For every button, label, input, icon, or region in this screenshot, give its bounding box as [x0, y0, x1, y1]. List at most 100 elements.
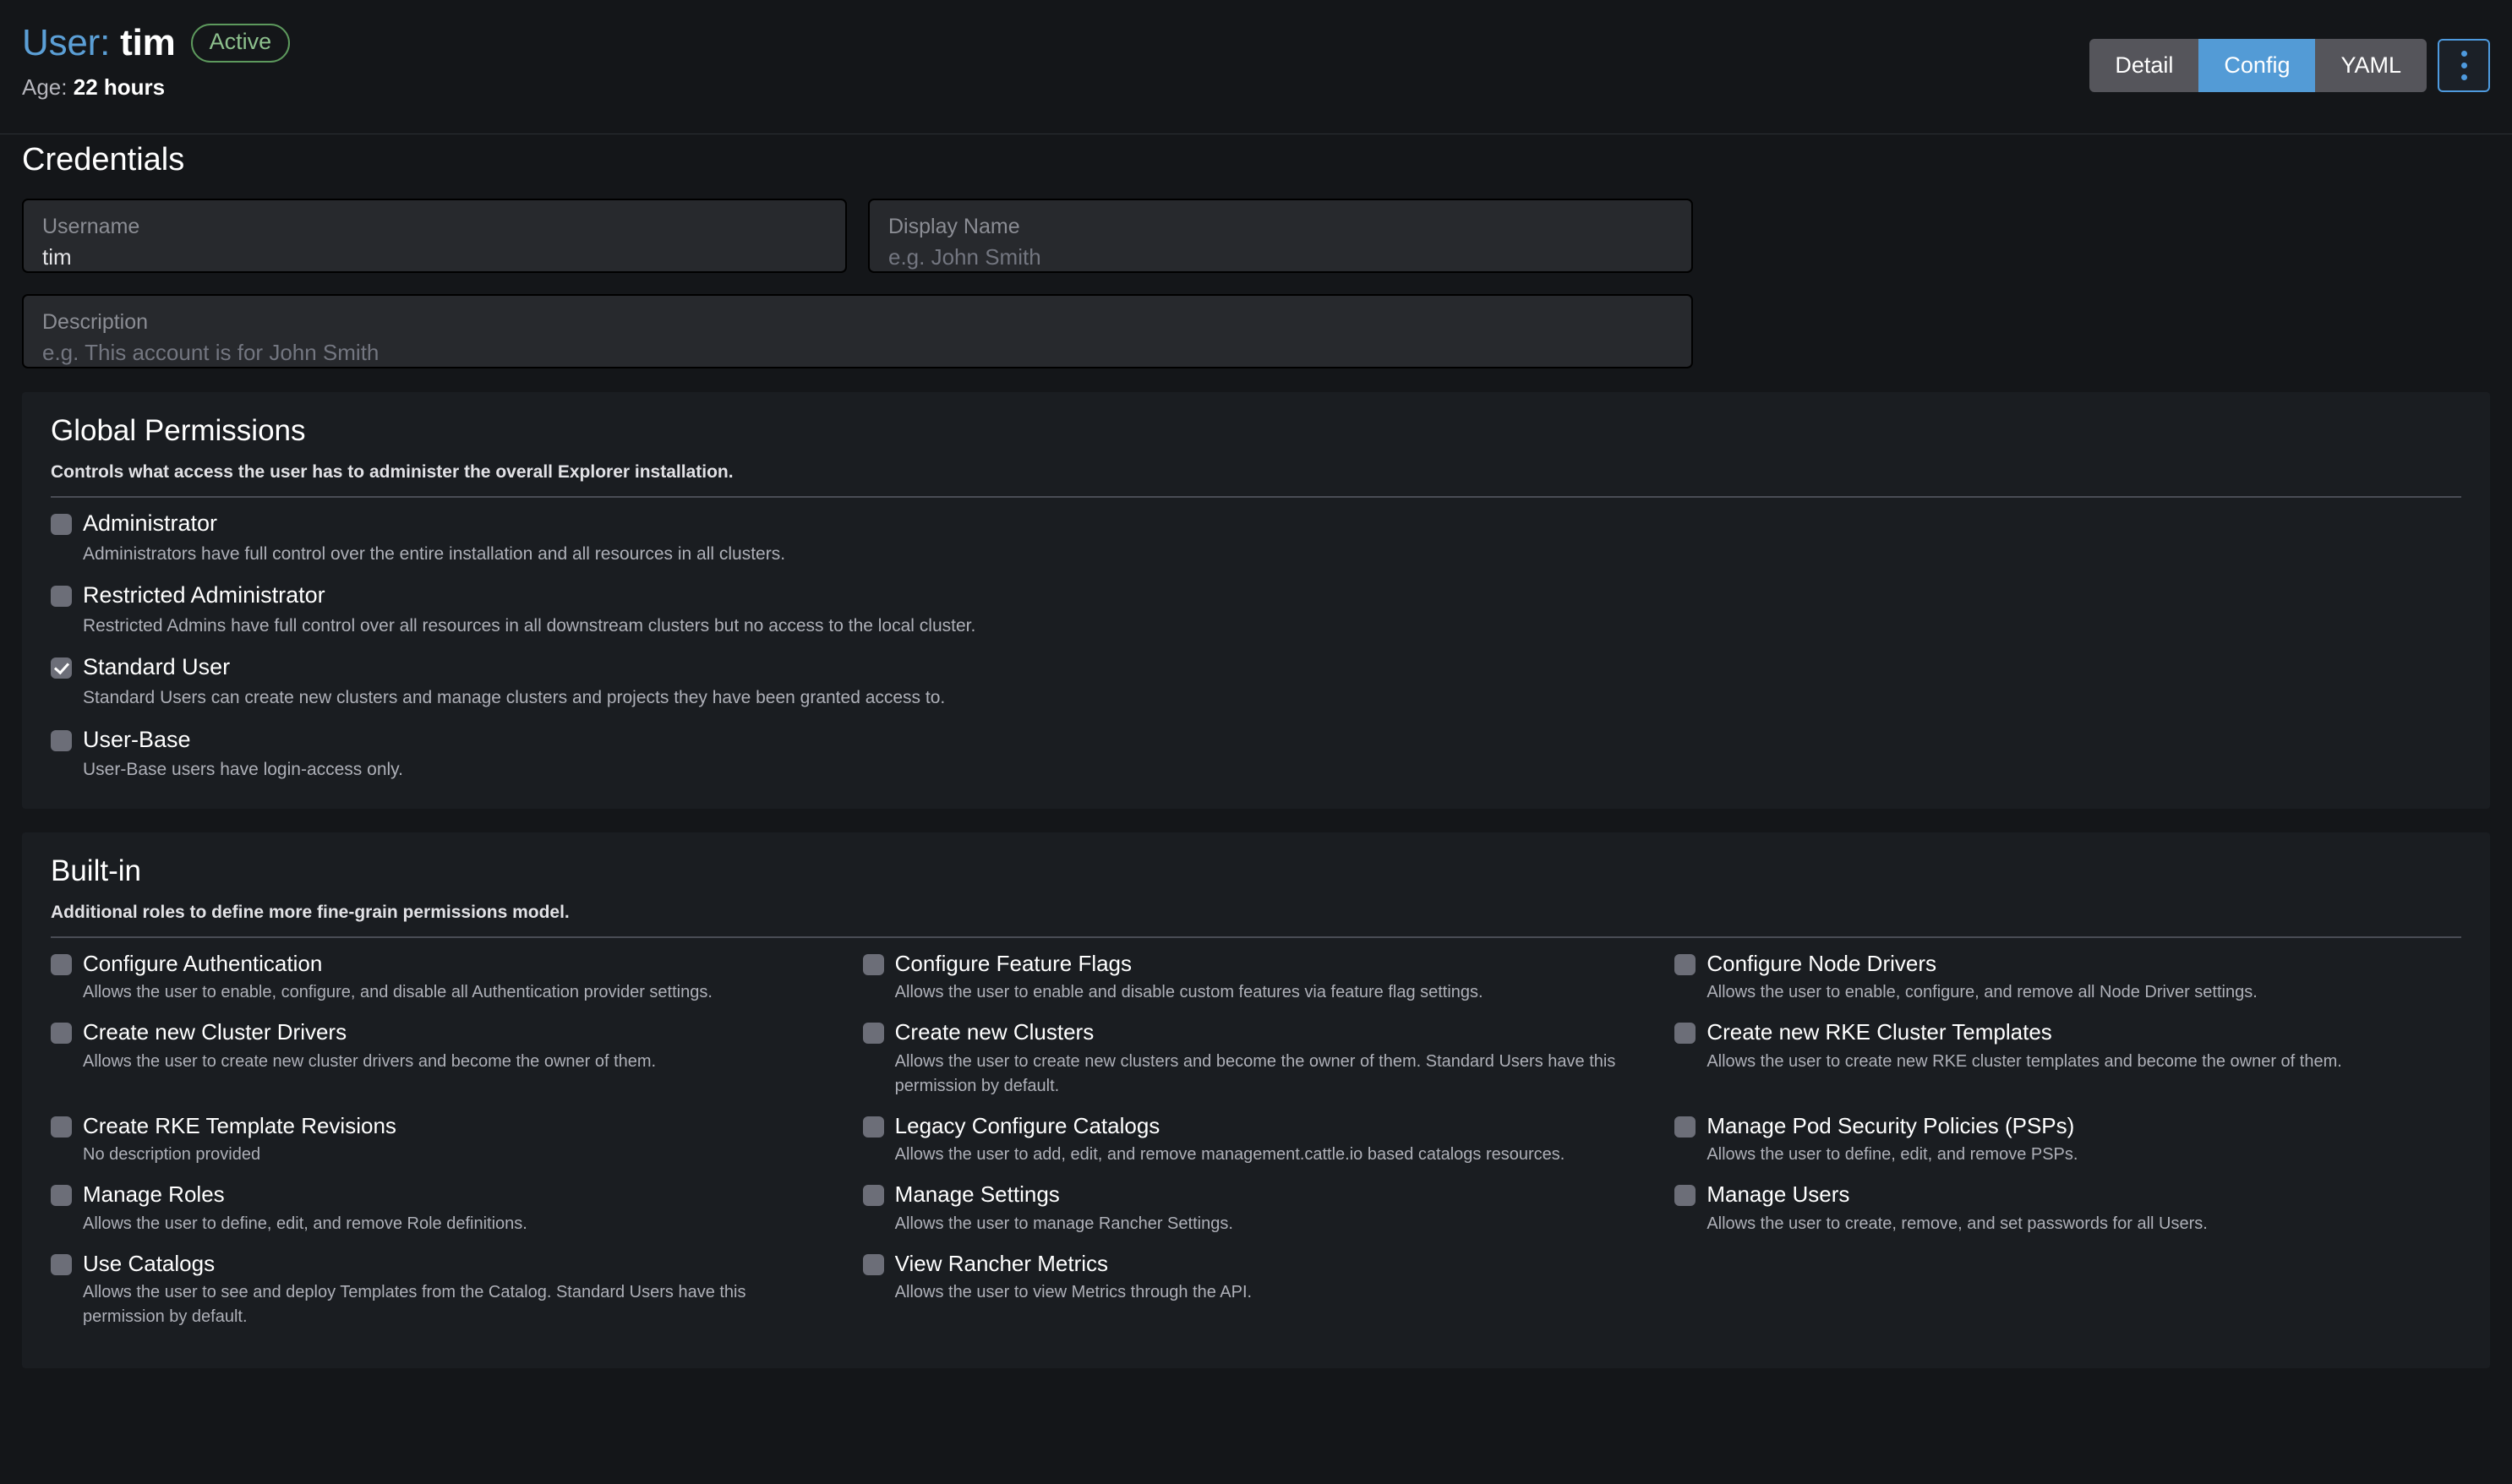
permission-description: Allows the user to create new cluster dr…: [83, 1051, 657, 1071]
user-config-page: User: tim Active Age: 22 hours Detail Co…: [0, 0, 2512, 1484]
checkbox-icon[interactable]: [1674, 1185, 1696, 1207]
kebab-dot: [2460, 74, 2467, 80]
permission-checkbox-row[interactable]: Standard User: [51, 653, 2461, 682]
permission-checkbox-row[interactable]: Use Catalogs: [51, 1250, 838, 1278]
permission-checkbox-row[interactable]: User-Base: [51, 726, 2461, 755]
kebab-dot: [2460, 63, 2467, 68]
username-field[interactable]: Username tim: [22, 199, 847, 273]
checkbox-icon[interactable]: [1674, 953, 1696, 975]
permission-checkbox-row[interactable]: Create new Cluster Drivers: [51, 1018, 838, 1046]
checkbox-icon[interactable]: [862, 1185, 884, 1207]
permission-label: Create new Cluster Drivers: [83, 1019, 347, 1045]
permission-label: Legacy Configure Catalogs: [894, 1112, 1160, 1138]
permission-description: Allows the user to create new RKE cluste…: [1707, 1051, 2342, 1071]
checkbox-icon[interactable]: [51, 586, 72, 608]
age-label: Age:: [22, 74, 68, 100]
builtin-grid-cell: Create new Cluster Drivers Allows the use…: [51, 1018, 838, 1099]
header-actions: Detail Config YAML: [2089, 39, 2490, 92]
checkbox-icon[interactable]: [51, 514, 72, 535]
permission-label: Manage Settings: [894, 1181, 1060, 1208]
checkbox-icon[interactable]: [51, 1023, 72, 1045]
permission-checkbox-row[interactable]: Configure Node Drivers: [1674, 950, 2461, 978]
divider: [51, 936, 2461, 938]
checkbox-icon[interactable]: [1674, 1023, 1696, 1045]
builtin-grid-cell: Configure Authentication Allows the user …: [51, 950, 838, 1006]
permission-checkbox-row[interactable]: Legacy Configure Catalogs: [862, 1112, 1650, 1140]
checkbox-icon[interactable]: [862, 1023, 884, 1045]
permission-description: No description provided: [83, 1145, 261, 1165]
checkbox-icon[interactable]: [51, 729, 72, 751]
permission-checkbox-row[interactable]: Manage Settings: [862, 1181, 1650, 1208]
permission-checkbox-row[interactable]: Configure Authentication: [51, 950, 838, 978]
permission-item: Restricted Administrator Restricted Admin…: [51, 581, 2461, 639]
permission-checkbox-row[interactable]: Create new Clusters: [862, 1018, 1650, 1046]
permission-item: Create new RKE Cluster Templates Allows t…: [1674, 1018, 2461, 1074]
permission-description: Allows the user to create new clusters a…: [894, 1051, 1616, 1095]
kebab-menu-icon[interactable]: [2438, 39, 2490, 92]
permission-checkbox-row[interactable]: Administrator: [51, 510, 2461, 538]
checkbox-icon[interactable]: [862, 1116, 884, 1138]
permission-checkbox-row[interactable]: Manage Roles: [51, 1181, 838, 1208]
checkbox-checked-icon[interactable]: [51, 657, 72, 679]
checkbox-icon[interactable]: [51, 953, 72, 975]
permission-checkbox-row[interactable]: Manage Pod Security Policies (PSPs): [1674, 1112, 2461, 1140]
permission-item: Standard User Standard Users can create n…: [51, 653, 2461, 711]
description-placeholder: e.g. This account is for John Smith: [42, 339, 380, 365]
builtin-roles-grid: Configure Authentication Allows the user …: [51, 950, 2461, 1344]
credentials-section: Credentials Username tim Display Name e.…: [0, 142, 2512, 368]
permission-checkbox-row[interactable]: Restricted Administrator: [51, 581, 2461, 610]
checkbox-icon[interactable]: [51, 1185, 72, 1207]
description-label: Description: [42, 310, 149, 334]
permission-description: Allows the user to define, edit, and rem…: [1707, 1145, 2078, 1165]
display-name-field[interactable]: Display Name e.g. John Smith: [868, 199, 1693, 273]
builtin-grid-cell: Configure Feature Flags Allows the user t…: [862, 950, 1650, 1006]
permission-description: Standard Users can create new clusters a…: [83, 688, 946, 708]
permission-checkbox-row[interactable]: View Rancher Metrics: [862, 1250, 1650, 1278]
permission-checkbox-row[interactable]: Create RKE Template Revisions: [51, 1112, 838, 1140]
permission-item: Use Catalogs Allows the user to see and d…: [51, 1250, 838, 1330]
builtin-grid-cell: Create new RKE Cluster Templates Allows t…: [1674, 1018, 2461, 1099]
permission-description: User-Base users have login-access only.: [83, 760, 403, 780]
builtin-grid-cell: View Rancher Metrics Allows the user to v…: [862, 1250, 1650, 1330]
permission-description: Restricted Admins have full control over…: [83, 615, 976, 636]
builtin-grid-cell: Configure Node Drivers Allows the user to…: [1674, 950, 2461, 1006]
divider: [51, 496, 2461, 498]
global-permissions-card: Global Permissions Controls what access …: [22, 392, 2490, 809]
builtin-subtitle: Additional roles to define more fine-gra…: [51, 902, 570, 922]
builtin-card: Built-in Additional roles to define more…: [22, 832, 2490, 1369]
builtin-grid-cell: Use Catalogs Allows the user to see and d…: [51, 1250, 838, 1330]
resource-title: User: tim: [22, 22, 176, 64]
username-value: tim: [42, 243, 72, 270]
tab-yaml[interactable]: YAML: [2315, 39, 2427, 92]
permission-label: Create RKE Template Revisions: [83, 1112, 396, 1138]
checkbox-icon[interactable]: [862, 1253, 884, 1275]
tab-detail[interactable]: Detail: [2089, 39, 2199, 92]
builtin-grid-cell: Manage Users Allows the user to create, r…: [1674, 1181, 2461, 1236]
status-badge: Active: [190, 24, 291, 63]
description-field[interactable]: Description e.g. This account is for Joh…: [22, 294, 1693, 368]
checkbox-icon[interactable]: [51, 1253, 72, 1275]
permission-checkbox-row[interactable]: Create new RKE Cluster Templates: [1674, 1018, 2461, 1046]
permission-description: Allows the user to manage Rancher Settin…: [894, 1214, 1233, 1233]
checkbox-icon[interactable]: [862, 953, 884, 975]
display-name-placeholder: e.g. John Smith: [888, 243, 1041, 270]
builtin-grid-cell: Manage Settings Allows the user to manage…: [862, 1181, 1650, 1236]
permission-checkbox-row[interactable]: Configure Feature Flags: [862, 950, 1650, 978]
permission-label: Create new RKE Cluster Templates: [1707, 1019, 2052, 1045]
global-permissions-list: Administrator Administrators have full co…: [51, 510, 2461, 783]
tab-config[interactable]: Config: [2198, 39, 2316, 92]
builtin-grid-cell: Manage Roles Allows the user to define, e…: [51, 1181, 838, 1236]
permission-description: Allows the user to see and deploy Templa…: [83, 1283, 746, 1327]
checkbox-icon[interactable]: [51, 1116, 72, 1138]
permission-label: Restricted Administrator: [83, 582, 325, 608]
checkbox-icon[interactable]: [1674, 1116, 1696, 1138]
page-masthead: User: tim Active Age: 22 hours Detail Co…: [0, 0, 2512, 142]
permission-item: Manage Roles Allows the user to define, e…: [51, 1181, 838, 1236]
permission-description: Allows the user to enable, configure, an…: [1707, 983, 2258, 1002]
permission-checkbox-row[interactable]: Manage Users: [1674, 1181, 2461, 1208]
resource-kind-label: User:: [22, 22, 111, 63]
permission-description: Allows the user to create, remove, and s…: [1707, 1214, 2208, 1233]
permission-label: Configure Node Drivers: [1707, 950, 1936, 976]
builtin-grid-cell: Legacy Configure Catalogs Allows the user…: [862, 1112, 1650, 1168]
permission-description: Allows the user to enable and disable cu…: [894, 983, 1483, 1002]
